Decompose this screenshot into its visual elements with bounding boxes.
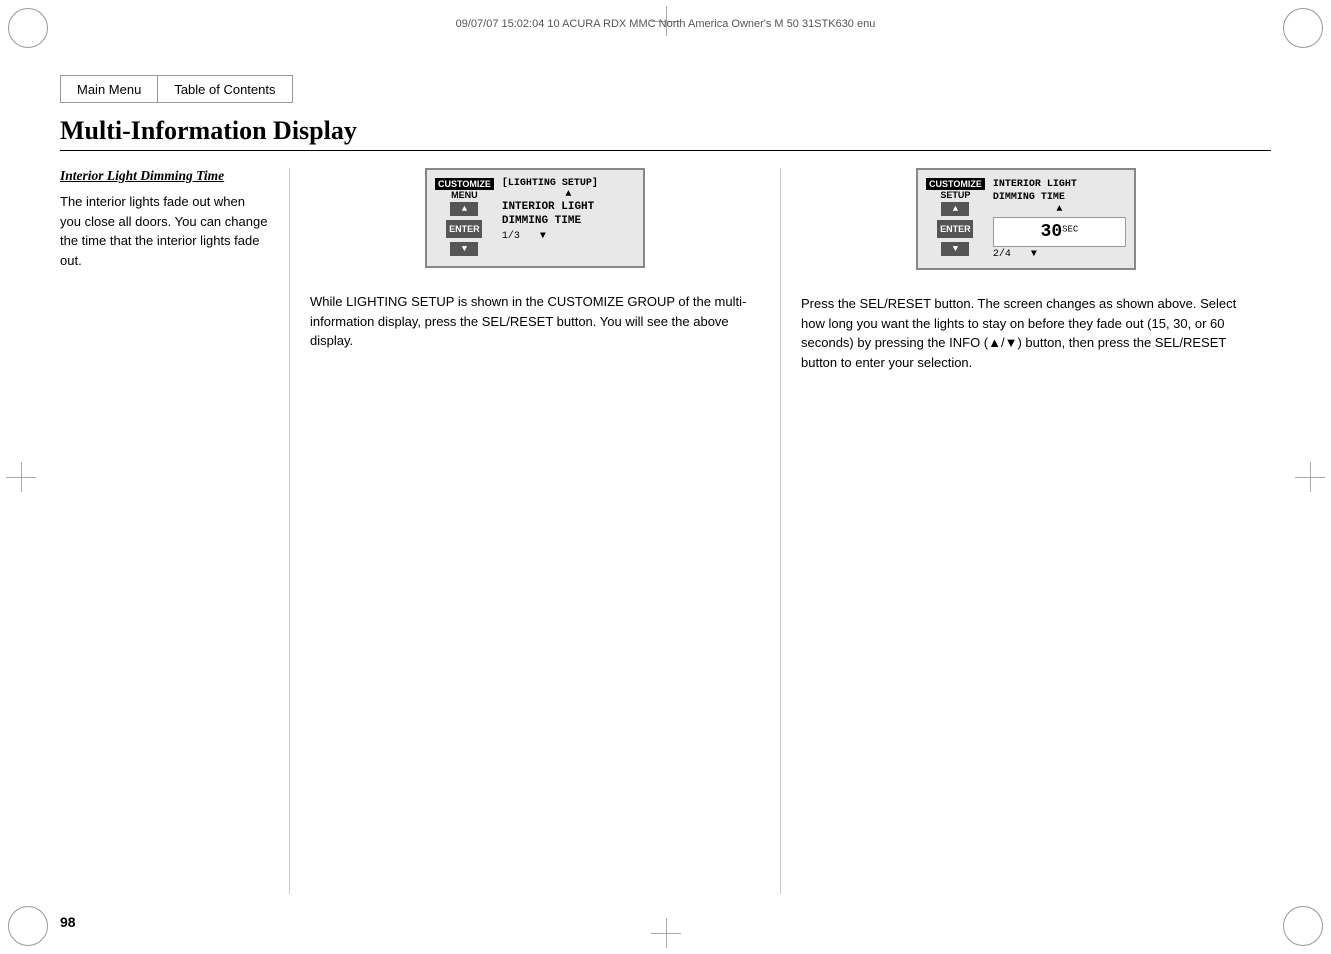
screen1-main-text: INTERIOR LIGHT DIMMING TIME <box>502 200 635 229</box>
screen2-time-value: 30 <box>1041 222 1063 242</box>
screen1-fraction: 1/3 <box>502 231 520 242</box>
screen2-title1: INTERIOR LIGHT <box>993 179 1077 190</box>
page-number: 98 <box>60 914 76 930</box>
crosshair-left <box>6 462 36 492</box>
crosshair-right <box>1295 462 1325 492</box>
nav-bar: Main Menu Table of Contents <box>60 75 293 103</box>
screen2-content: INTERIOR LIGHT DIMMING TIME ▲ 30SEC 2/4 … <box>993 178 1126 260</box>
screen1-down-btn: ▼ <box>450 242 478 256</box>
screen2: CUSTOMIZE SETUP ▲ ENTER ▼ INTERIOR LIGHT… <box>916 168 1136 270</box>
screen2-left-buttons: CUSTOMIZE SETUP ▲ ENTER ▼ <box>926 178 985 258</box>
content-area: Interior Light Dimming Time The interior… <box>60 168 1271 894</box>
toc-button[interactable]: Table of Contents <box>157 75 292 103</box>
screen1-bracket: [LIGHTING SETUP] <box>502 178 635 189</box>
screen1: CUSTOMIZE MENU ▲ ENTER ▼ [LIGHTING SETUP… <box>425 168 645 268</box>
corner-decoration-bl <box>8 906 48 946</box>
screen2-setup-label: SETUP <box>940 190 970 200</box>
screen2-title2: DIMMING TIME <box>993 192 1065 203</box>
print-info: 09/07/07 15:02:04 10 ACURA RDX MMC North… <box>60 18 1271 30</box>
caption1: While LIGHTING SETUP is shown in the CUS… <box>310 292 760 351</box>
caption2: Press the SEL/RESET button. The screen c… <box>801 294 1251 372</box>
screen1-menu-label: MENU <box>451 190 478 200</box>
page-title: Multi-Information Display <box>60 116 1271 151</box>
crosshair-bottom <box>651 918 681 948</box>
screen1-left-buttons: CUSTOMIZE MENU ▲ ENTER ▼ <box>435 178 494 258</box>
screen2-enter-btn: ENTER <box>937 220 973 238</box>
screen1-up-btn: ▲ <box>450 202 478 216</box>
main-menu-button[interactable]: Main Menu <box>60 75 157 103</box>
screen1-content: [LIGHTING SETUP] ▲ INTERIOR LIGHT DIMMIN… <box>502 178 635 242</box>
screen2-sec: SEC <box>1062 224 1078 234</box>
screen1-customize-label: CUSTOMIZE <box>435 178 494 190</box>
middle-column: CUSTOMIZE MENU ▲ ENTER ▼ [LIGHTING SETUP… <box>290 168 781 894</box>
screen2-fraction: 2/4 <box>993 249 1011 260</box>
screen1-enter-btn: ENTER <box>446 220 482 238</box>
screen2-up-btn: ▲ <box>941 202 969 216</box>
screen2-customize-label: CUSTOMIZE <box>926 178 985 190</box>
section-title: Interior Light Dimming Time <box>60 168 269 184</box>
corner-decoration-tr <box>1283 8 1323 48</box>
left-column: Interior Light Dimming Time The interior… <box>60 168 290 894</box>
corner-decoration-br <box>1283 906 1323 946</box>
right-column: CUSTOMIZE SETUP ▲ ENTER ▼ INTERIOR LIGHT… <box>781 168 1271 894</box>
screen2-down-btn: ▼ <box>941 242 969 256</box>
corner-decoration-tl <box>8 8 48 48</box>
section-body: The interior lights fade out when you cl… <box>60 192 269 270</box>
